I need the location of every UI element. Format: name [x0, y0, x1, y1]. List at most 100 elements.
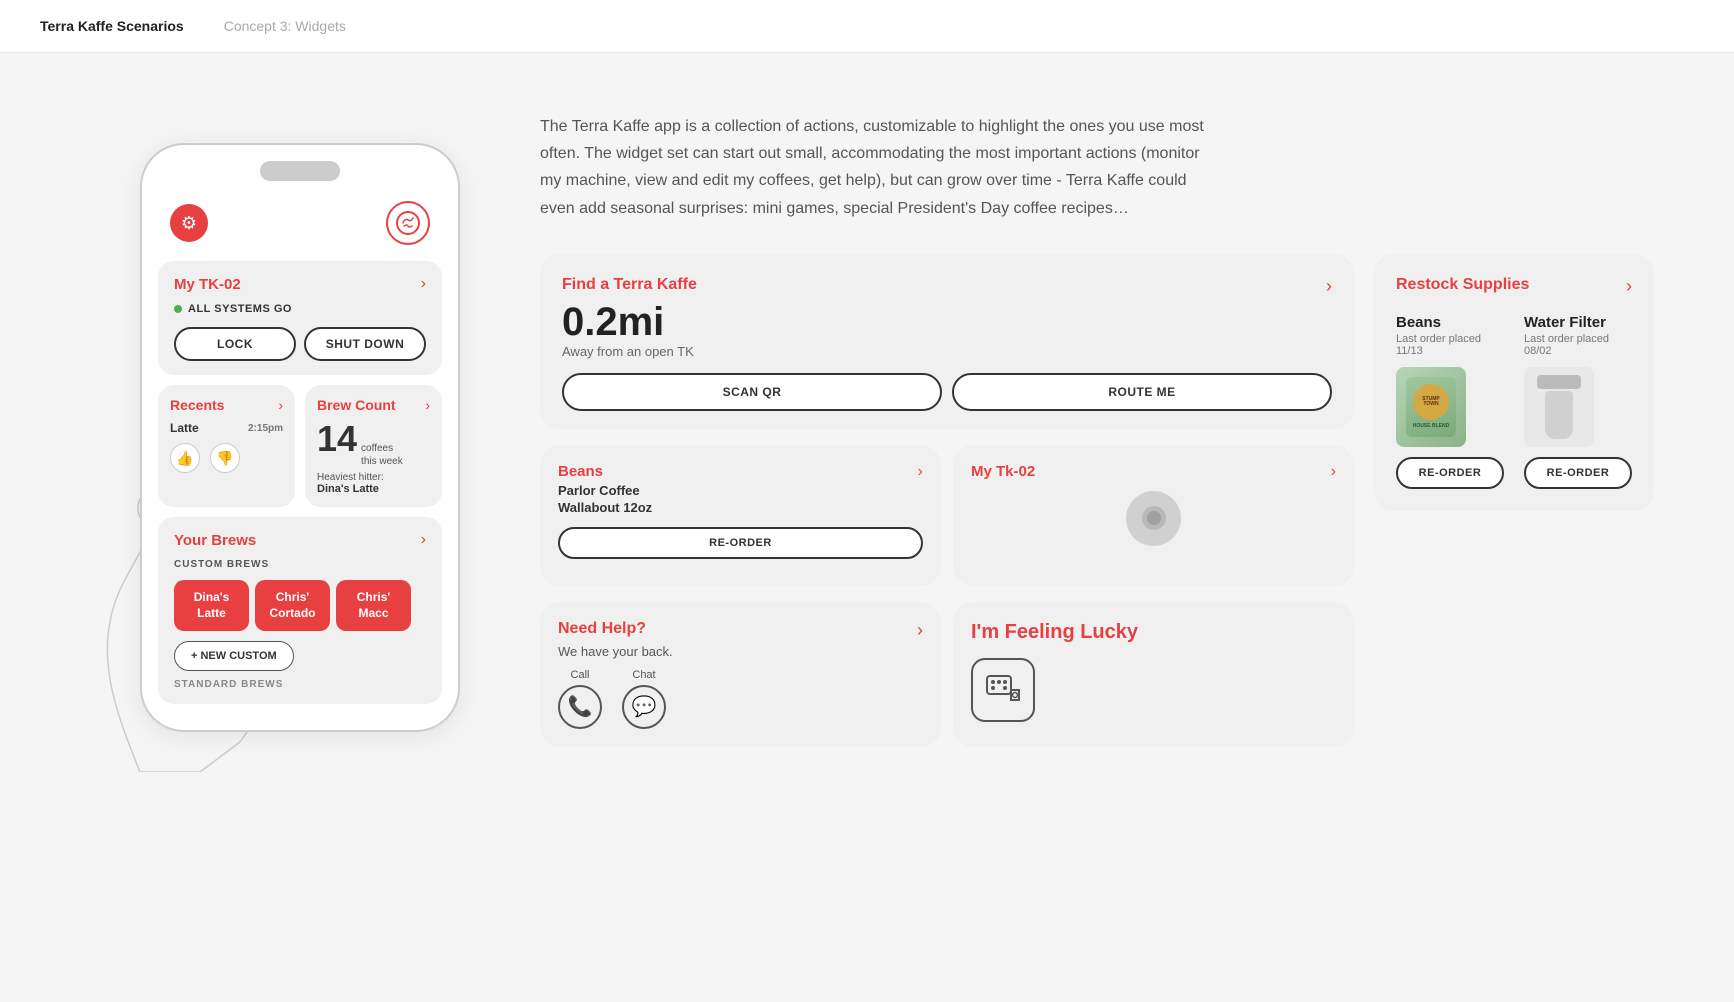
chris-cortado-button[interactable]: Chris'Cortado	[255, 580, 330, 631]
brew-count-title: Brew Count	[317, 397, 396, 413]
custom-brews-label: CUSTOM BREWS	[174, 559, 426, 570]
status-row: ALL SYSTEMS GO	[174, 303, 426, 315]
beans-arrow[interactable]: ›	[918, 463, 923, 481]
brew-number: 14	[317, 421, 357, 457]
recents-title: Recents	[170, 397, 224, 413]
recents-arrow[interactable]: ›	[278, 397, 283, 413]
brew-count-arrow[interactable]: ›	[425, 397, 430, 413]
beans-last-order: Last order placed 11/13	[1396, 333, 1504, 357]
heaviest-name: Dina's Latte	[317, 483, 430, 495]
help-title: Need Help?	[558, 620, 646, 638]
tk02-arrow[interactable]: ›	[421, 275, 426, 293]
recents-brew-row: Recents › Latte 2:15pm 👍 👎 Brew	[158, 385, 442, 507]
beans-card: Beans › Parlor CoffeeWallabout 12oz RE-O…	[540, 445, 941, 586]
phone-header: ⚙	[158, 193, 442, 261]
gear-icon[interactable]: ⚙	[170, 204, 208, 242]
your-brews-arrow[interactable]: ›	[421, 531, 426, 549]
latte-label: Latte	[170, 421, 199, 435]
status-dot	[174, 305, 182, 313]
call-label: Call	[571, 669, 590, 681]
chat-icon[interactable]: 💬	[622, 685, 666, 729]
restock-side: Restock Supplies › Beans Last order plac…	[1374, 254, 1654, 747]
concept-subtitle: Concept 3: Widgets	[224, 18, 346, 34]
chat-col: Chat 💬	[622, 669, 666, 729]
filter-body	[1545, 391, 1573, 439]
widgets-main: Find a Terra Kaffe › 0.2mi Away from an …	[540, 254, 1354, 747]
tk02-widget: My TK-02 › ALL SYSTEMS GO LOCK SHUT DOWN	[158, 261, 442, 375]
route-me-button[interactable]: ROUTE ME	[952, 373, 1332, 411]
beans-reorder-btn[interactable]: RE-ORDER	[1396, 457, 1504, 489]
stumptown-bag: STUMPTOWN HOUSE BLEND	[1396, 367, 1466, 447]
help-card: Need Help? › We have your back. Call 📞 C…	[540, 602, 941, 747]
right-widgets: Find a Terra Kaffe › 0.2mi Away from an …	[540, 254, 1654, 747]
recents-header: Recents ›	[170, 397, 283, 413]
my-tk02-header: My Tk-02 ›	[971, 463, 1336, 481]
machine-icon	[1126, 491, 1181, 546]
recents-widget: Recents › Latte 2:15pm 👍 👎	[158, 385, 295, 507]
brew-count-widget: Brew Count › 14 coffees this week Heavie…	[305, 385, 442, 507]
machine-circle	[971, 491, 1336, 558]
status-text: ALL SYSTEMS GO	[188, 303, 292, 315]
heaviest-label: Heaviest hitter:	[317, 472, 430, 483]
distance-value: 0.2mi	[562, 300, 1332, 344]
latte-time: 2:15pm	[248, 423, 283, 434]
your-brews-header: Your Brews ›	[174, 531, 426, 549]
filter-restock-col: Water Filter Last order placed 08/02 RE-…	[1524, 314, 1632, 489]
thumbs-up-button[interactable]: 👍	[170, 443, 200, 473]
distance-sub: Away from an open TK	[562, 344, 1332, 359]
find-tk-buttons: SCAN QR ROUTE ME	[562, 373, 1332, 411]
help-lucky-row: Need Help? › We have your back. Call 📞 C…	[540, 602, 1354, 747]
beans-title: Beans	[558, 463, 603, 480]
help-arrow[interactable]: ›	[917, 620, 923, 641]
brew-unit: coffees	[361, 442, 403, 455]
latte-row: Latte 2:15pm	[170, 421, 283, 435]
right-section: The Terra Kaffe app is a collection of a…	[540, 113, 1654, 747]
my-tk02-card: My Tk-02 ›	[953, 445, 1354, 586]
header: Terra Kaffe Scenarios Concept 3: Widgets	[0, 0, 1734, 53]
filter-last-order: Last order placed 08/02	[1524, 333, 1632, 357]
description-text: The Terra Kaffe app is a collection of a…	[540, 113, 1220, 222]
find-tk-header: Find a Terra Kaffe ›	[562, 276, 1332, 298]
tk02-title: My TK-02	[174, 276, 241, 293]
lucky-title: I'm Feeling Lucky	[971, 620, 1138, 644]
lock-button[interactable]: LOCK	[174, 327, 296, 361]
restock-arrow[interactable]: ›	[1626, 276, 1632, 297]
restock-card: Restock Supplies › Beans Last order plac…	[1374, 254, 1654, 511]
call-icon[interactable]: 📞	[558, 685, 602, 729]
lucky-icon[interactable]	[971, 658, 1035, 722]
thumbs-down-button[interactable]: 👎	[210, 443, 240, 473]
lucky-card: I'm Feeling Lucky	[953, 602, 1354, 747]
brew-count-header: Brew Count ›	[317, 397, 430, 413]
standard-brews-label: STANDARD BREWS	[174, 679, 426, 690]
find-tk-arrow[interactable]: ›	[1326, 276, 1332, 297]
tk02-header: My TK-02 ›	[174, 275, 426, 293]
brew-number-row: 14 coffees this week	[317, 421, 430, 468]
stumptown-circle: STUMPTOWN	[1413, 384, 1449, 420]
filter-reorder-btn[interactable]: RE-ORDER	[1524, 457, 1632, 489]
help-header: Need Help? ›	[558, 620, 923, 642]
brew-period: this week	[361, 455, 403, 468]
chris-macc-button[interactable]: Chris'Macc	[336, 580, 411, 631]
filter-title: Water Filter	[1524, 314, 1632, 331]
find-tk-title: Find a Terra Kaffe	[562, 276, 697, 294]
phone-notch	[260, 161, 340, 181]
brew-unit-block: coffees this week	[361, 442, 403, 468]
restock-header: Restock Supplies ›	[1396, 276, 1632, 298]
my-tk02-arrow[interactable]: ›	[1331, 463, 1336, 481]
beans-tk02-row: Beans › Parlor CoffeeWallabout 12oz RE-O…	[540, 445, 1354, 586]
shutdown-button[interactable]: SHUT DOWN	[304, 327, 426, 361]
beans-reorder-button[interactable]: RE-ORDER	[558, 527, 923, 559]
stumptown-text: STUMPTOWN	[1422, 397, 1440, 408]
scan-qr-button[interactable]: SCAN QR	[562, 373, 942, 411]
call-col: Call 📞	[558, 669, 602, 729]
phone-mockup: ⚙ My TK-02 › ALL SYSTEMS GO	[140, 143, 460, 732]
main-content: ⚙ My TK-02 › ALL SYSTEMS GO	[0, 53, 1734, 807]
terra-kaffe-logo[interactable]	[386, 201, 430, 245]
help-icons: Call 📞 Chat 💬	[558, 669, 923, 729]
filter-top	[1537, 375, 1581, 389]
filter-image	[1524, 367, 1594, 447]
chat-label: Chat	[632, 669, 655, 681]
new-custom-button[interactable]: + NEW CUSTOM	[174, 641, 294, 671]
restock-title: Restock Supplies	[1396, 276, 1529, 294]
dinas-latte-button[interactable]: Dina'sLatte	[174, 580, 249, 631]
